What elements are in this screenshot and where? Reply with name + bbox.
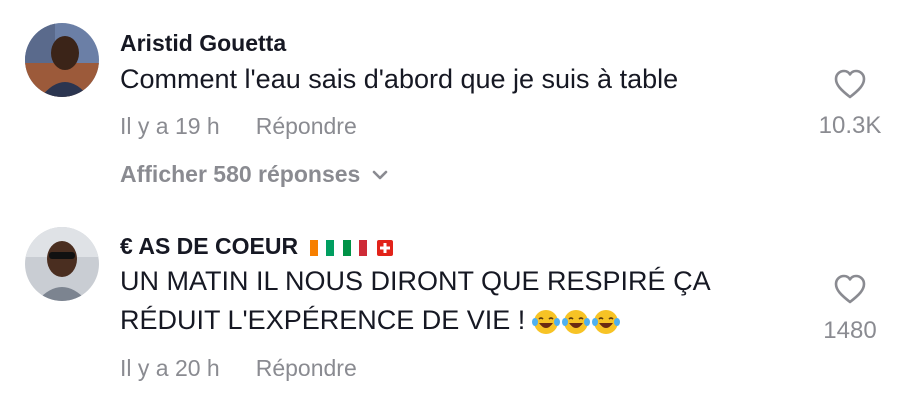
- heart-outline-icon: [834, 69, 866, 99]
- comment-text-body: UN MATIN IL NOUS DIRONT QUE RESPIRÉ ÇA R…: [120, 266, 711, 335]
- avatar[interactable]: [25, 227, 99, 301]
- avatar[interactable]: [25, 23, 99, 97]
- comment-username[interactable]: € AS DE COEUR: [120, 233, 394, 260]
- view-replies-label: Afficher 580 réponses: [120, 161, 361, 187]
- reply-button[interactable]: Répondre: [256, 355, 357, 382]
- switzerland-flag-icon: [377, 239, 394, 256]
- laughing-tears-emoji: [592, 309, 621, 334]
- comment-timestamp: Il y a 19 h: [120, 113, 220, 139]
- comment-text: Comment l'eau sais d'abord que je suis à…: [120, 64, 679, 94]
- like-count: 1480: [823, 317, 877, 344]
- chevron-down-icon: [373, 170, 388, 179]
- laughing-tears-emoji: [562, 309, 591, 334]
- comment-meta: Il y a 19 h Répondre: [120, 113, 357, 140]
- comment-item: € AS DE COEUR UN MATIN IL NOUS DIRONT QU…: [0, 210, 902, 400]
- comment-username-text: € AS DE COEUR: [120, 233, 299, 259]
- like-button[interactable]: 1480: [810, 273, 890, 345]
- cote-divoire-flag-icon: [310, 239, 335, 256]
- emoji-group: [531, 308, 621, 336]
- comment-item: Aristid Gouetta Comment l'eau sais d'abo…: [0, 0, 902, 210]
- view-replies-button[interactable]: Afficher 580 réponses: [120, 161, 390, 188]
- comment-text: UN MATIN IL NOUS DIRONT QUE RESPIRÉ ÇA R…: [120, 262, 770, 340]
- comment-username[interactable]: Aristid Gouetta: [120, 30, 286, 57]
- heart-outline-icon: [834, 274, 866, 304]
- like-count: 10.3K: [818, 112, 882, 139]
- laughing-tears-emoji: [532, 309, 561, 334]
- italy-flag-icon: [342, 239, 367, 256]
- comment-timestamp: Il y a 20 h: [120, 355, 220, 381]
- comment-meta: Il y a 20 h Répondre: [120, 355, 357, 382]
- like-button[interactable]: 10.3K: [810, 68, 890, 140]
- reply-button[interactable]: Répondre: [256, 113, 357, 140]
